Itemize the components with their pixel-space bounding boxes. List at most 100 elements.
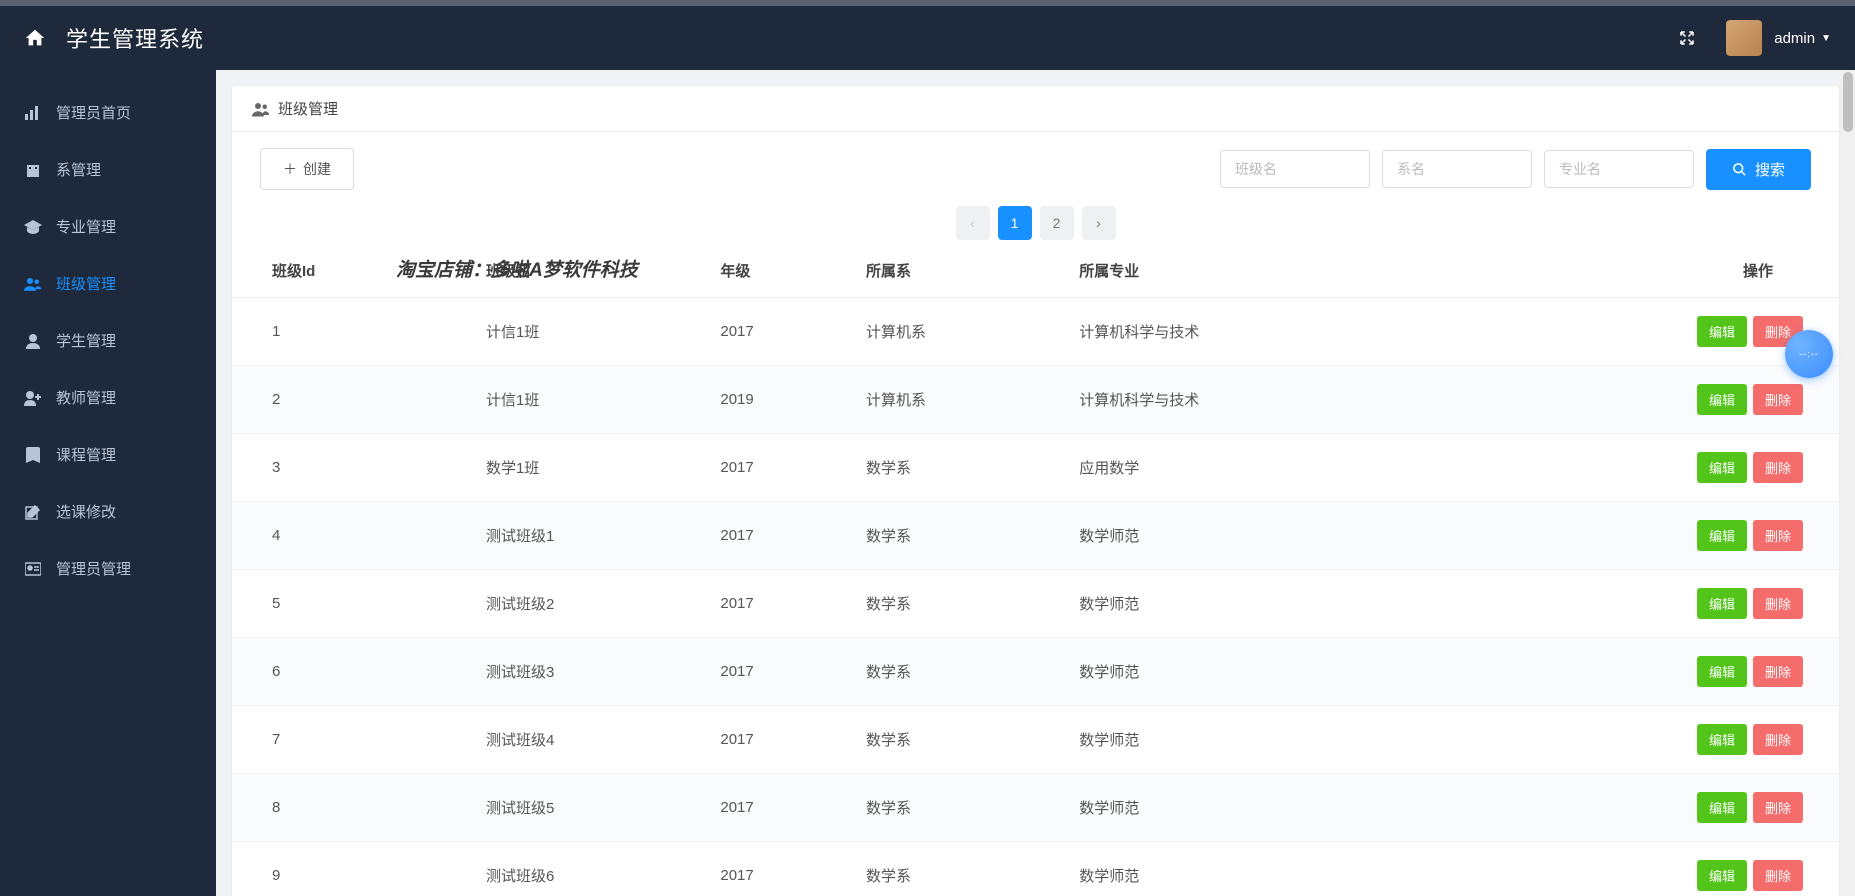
col-major: 所属专业 — [1067, 244, 1433, 298]
sidebar-item-label: 管理员管理 — [56, 558, 131, 579]
page-prev-button[interactable]: ‹ — [956, 206, 990, 240]
delete-button[interactable]: 删除 — [1753, 860, 1803, 891]
users-icon — [252, 101, 270, 117]
col-year: 年级 — [708, 244, 854, 298]
sidebar-item-8[interactable]: 管理员管理 — [0, 540, 216, 597]
cell-actions: 编辑删除 — [1433, 434, 1839, 502]
class-name-input[interactable] — [1220, 150, 1370, 188]
search-button[interactable]: 搜索 — [1706, 149, 1811, 190]
cell-year: 2017 — [708, 842, 854, 896]
user-icon — [24, 333, 42, 349]
delete-button[interactable]: 删除 — [1753, 792, 1803, 823]
sidebar-item-1[interactable]: 系管理 — [0, 141, 216, 198]
sidebar-item-label: 学生管理 — [56, 330, 116, 351]
table-row: 1计信1班2017计算机系计算机科学与技术编辑删除 — [232, 298, 1839, 366]
home-icon[interactable] — [24, 27, 46, 49]
cell-actions: 编辑删除 — [1433, 502, 1839, 570]
edit-button[interactable]: 编辑 — [1697, 860, 1747, 891]
floating-badge[interactable]: --:-- — [1785, 330, 1833, 378]
edit-icon — [24, 504, 42, 520]
sidebar-item-6[interactable]: 课程管理 — [0, 426, 216, 483]
edit-button[interactable]: 编辑 — [1697, 588, 1747, 619]
edit-button[interactable]: 编辑 — [1697, 452, 1747, 483]
sidebar-item-5[interactable]: 教师管理 — [0, 369, 216, 426]
edit-button[interactable]: 编辑 — [1697, 520, 1747, 551]
edit-button[interactable]: 编辑 — [1697, 724, 1747, 755]
table-row: 9测试班级62017数学系数学师范编辑删除 — [232, 842, 1839, 896]
id-card-icon — [24, 562, 42, 576]
cell-name: 测试班级3 — [474, 638, 708, 706]
username-label[interactable]: admin — [1774, 30, 1815, 47]
sidebar-item-label: 教师管理 — [56, 387, 116, 408]
table-row: 8测试班级52017数学系数学师范编辑删除 — [232, 774, 1839, 842]
sidebar-item-label: 课程管理 — [56, 444, 116, 465]
building-icon — [24, 163, 42, 177]
graduation-icon — [24, 220, 42, 234]
cell-major: 计算机科学与技术 — [1067, 298, 1433, 366]
panel-header: 班级管理 — [232, 86, 1839, 132]
cell-dept: 数学系 — [854, 842, 1067, 896]
badge-text: --:-- — [1799, 349, 1819, 359]
sidebar-item-0[interactable]: 管理员首页 — [0, 84, 216, 141]
edit-button[interactable]: 编辑 — [1697, 316, 1747, 347]
cell-actions: 编辑删除 — [1433, 638, 1839, 706]
sidebar-item-3[interactable]: 班级管理 — [0, 255, 216, 312]
delete-button[interactable]: 删除 — [1753, 724, 1803, 755]
plus-icon: ＋ — [283, 159, 297, 179]
sidebar-item-label: 选课修改 — [56, 501, 116, 522]
cell-major: 数学师范 — [1067, 774, 1433, 842]
table-row: 3数学1班2017数学系应用数学编辑删除 — [232, 434, 1839, 502]
app-title: 学生管理系统 — [66, 22, 204, 54]
cell-id: 7 — [232, 706, 474, 774]
header-bar: 学生管理系统 admin ▼ — [0, 6, 1855, 70]
create-button-label: 创建 — [303, 159, 331, 179]
cell-major: 数学师范 — [1067, 502, 1433, 570]
cell-actions: 编辑删除 — [1433, 774, 1839, 842]
page-2-button[interactable]: 2 — [1040, 206, 1074, 240]
bar-chart-icon — [24, 106, 42, 120]
panel-title: 班级管理 — [278, 98, 338, 119]
cell-name: 测试班级2 — [474, 570, 708, 638]
user-plus-icon — [24, 390, 42, 406]
major-name-input[interactable] — [1544, 150, 1694, 188]
edit-button[interactable]: 编辑 — [1697, 656, 1747, 687]
sidebar-item-label: 系管理 — [56, 159, 101, 180]
cell-id: 8 — [232, 774, 474, 842]
cell-dept: 数学系 — [854, 502, 1067, 570]
cell-id: 6 — [232, 638, 474, 706]
delete-button[interactable]: 删除 — [1753, 520, 1803, 551]
col-name: 班级名 — [474, 244, 708, 298]
page-1-button[interactable]: 1 — [998, 206, 1032, 240]
cell-id: 5 — [232, 570, 474, 638]
cell-year: 2017 — [708, 774, 854, 842]
edit-button[interactable]: 编辑 — [1697, 792, 1747, 823]
avatar[interactable] — [1726, 20, 1762, 56]
edit-button[interactable]: 编辑 — [1697, 384, 1747, 415]
delete-button[interactable]: 删除 — [1753, 452, 1803, 483]
cell-name: 测试班级4 — [474, 706, 708, 774]
cell-year: 2017 — [708, 706, 854, 774]
scrollbar-thumb[interactable] — [1843, 72, 1853, 132]
fullscreen-icon[interactable] — [1678, 29, 1696, 47]
cell-id: 3 — [232, 434, 474, 502]
sidebar-item-4[interactable]: 学生管理 — [0, 312, 216, 369]
cell-major: 计算机科学与技术 — [1067, 366, 1433, 434]
delete-button[interactable]: 删除 — [1753, 656, 1803, 687]
table-row: 5测试班级22017数学系数学师范编辑删除 — [232, 570, 1839, 638]
delete-button[interactable]: 删除 — [1753, 588, 1803, 619]
cell-year: 2017 — [708, 298, 854, 366]
sidebar-item-7[interactable]: 选课修改 — [0, 483, 216, 540]
create-button[interactable]: ＋ 创建 — [260, 148, 354, 190]
col-dept: 所属系 — [854, 244, 1067, 298]
sidebar-item-2[interactable]: 专业管理 — [0, 198, 216, 255]
col-ops: 操作 — [1433, 244, 1839, 298]
book-icon — [24, 447, 42, 463]
users-icon — [24, 277, 42, 291]
table-row: 6测试班级32017数学系数学师范编辑删除 — [232, 638, 1839, 706]
page-next-button[interactable]: › — [1082, 206, 1116, 240]
delete-button[interactable]: 删除 — [1753, 384, 1803, 415]
cell-name: 数学1班 — [474, 434, 708, 502]
dept-name-input[interactable] — [1382, 150, 1532, 188]
scrollbar-track[interactable] — [1841, 70, 1855, 896]
user-menu-caret-icon[interactable]: ▼ — [1821, 33, 1831, 44]
